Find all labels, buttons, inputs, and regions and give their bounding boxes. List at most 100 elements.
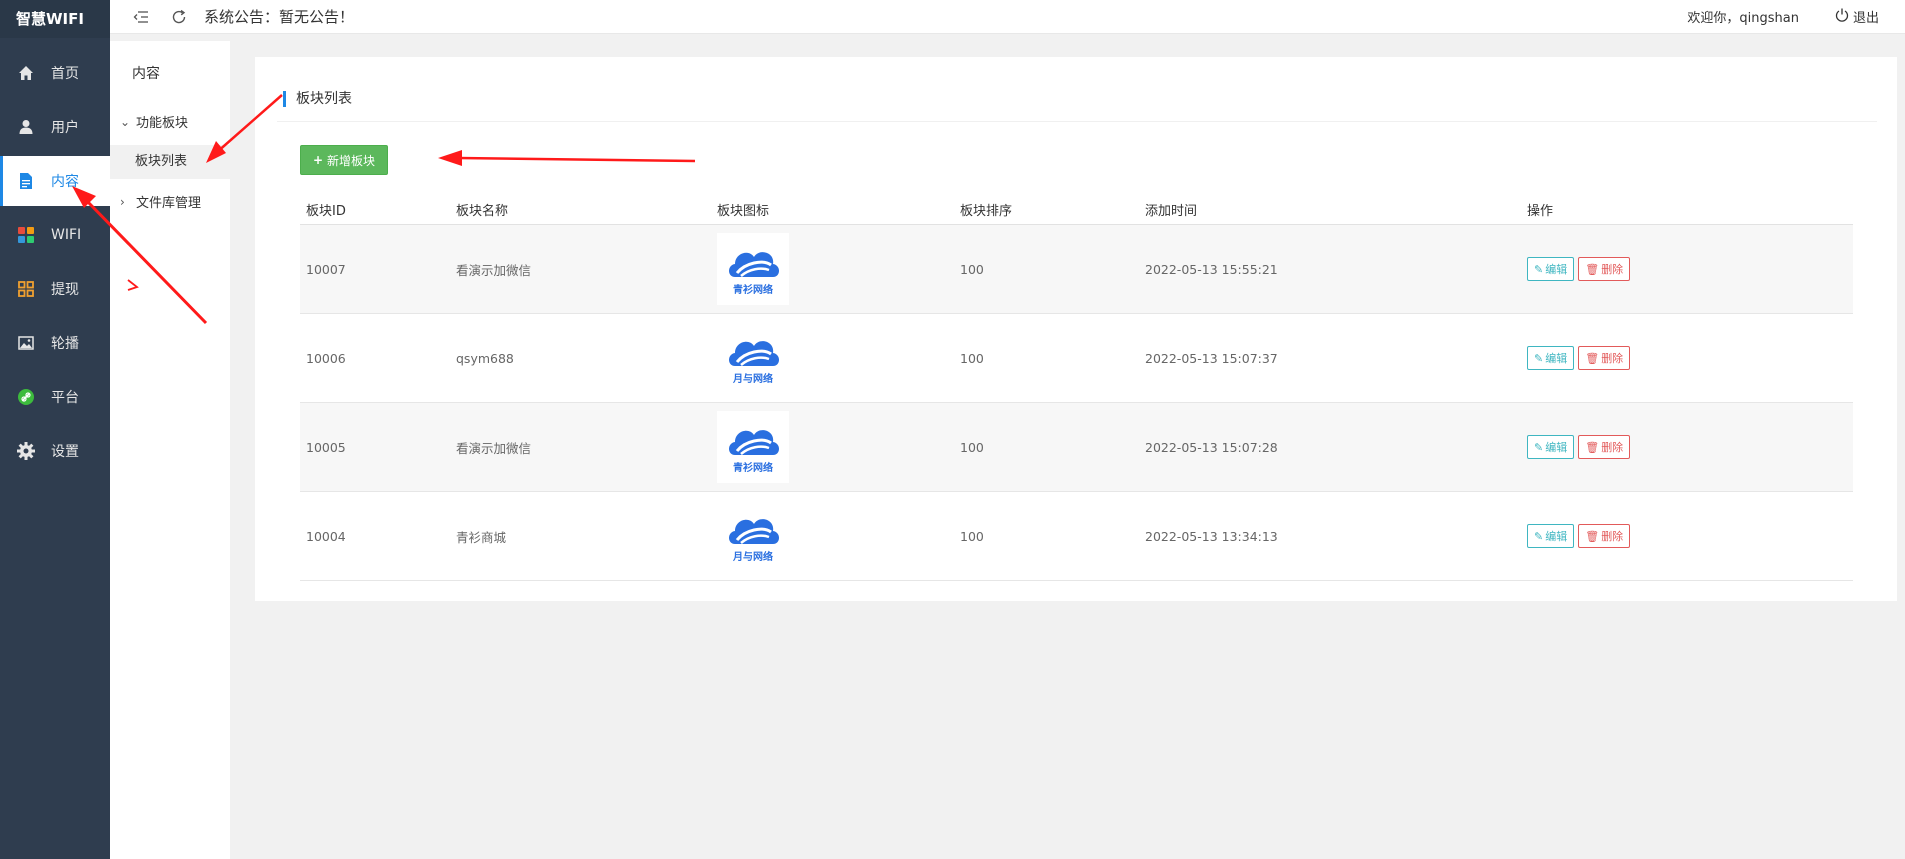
- pencil-icon: ✎: [1534, 262, 1544, 276]
- sidebar-item-label: 首页: [51, 66, 79, 82]
- document-icon: [17, 172, 35, 190]
- logo-text: 月与网络: [732, 550, 773, 563]
- block-icon-cell: 月与网络: [711, 491, 954, 581]
- plus-icon: +: [312, 153, 324, 167]
- panel-title: 板块列表: [283, 91, 352, 107]
- trash-icon: 🗑: [1585, 262, 1600, 276]
- pencil-icon: ✎: [1534, 351, 1544, 365]
- block-name-cell: 青衫商城: [450, 491, 711, 581]
- edit-button[interactable]: ✎ 编辑: [1527, 346, 1575, 370]
- subnav-group-label: 文件库管理: [136, 196, 202, 211]
- block-time-cell: 2022-05-13 15:07:28: [1139, 402, 1521, 492]
- panel-divider: [277, 121, 1877, 122]
- pencil-icon: ✎: [1534, 529, 1544, 543]
- block-id-cell: 10004: [300, 491, 450, 581]
- subnav-group-label: 功能板块: [136, 116, 189, 131]
- trash-icon: 🗑: [1585, 529, 1600, 543]
- block-thumbnail: 月与网络: [717, 500, 789, 572]
- delete-button[interactable]: 🗑 删除: [1578, 524, 1631, 548]
- logout-button[interactable]: 退出: [1835, 7, 1879, 26]
- add-block-label: 新增板块: [327, 153, 376, 168]
- block-icon-cell: 青衫网络: [711, 224, 954, 314]
- trash-icon: 🗑: [1585, 440, 1600, 454]
- delete-label: 删除: [1601, 263, 1624, 276]
- block-ops-cell: ✎ 编辑 🗑 删除: [1521, 313, 1853, 403]
- sidebar-item-carousel[interactable]: 轮播: [0, 318, 110, 368]
- pencil-icon: ✎: [1534, 440, 1544, 454]
- subnav-group-function-blocks[interactable]: ⌄ 功能板块: [120, 112, 189, 132]
- sidebar-item-label: 提现: [51, 282, 79, 298]
- block-thumbnail: 青衫网络: [717, 411, 789, 483]
- sidebar-item-users[interactable]: 用户: [0, 102, 110, 152]
- sidebar-item-content[interactable]: 内容: [0, 156, 110, 206]
- cloud-logo-icon: 月与网络: [729, 519, 779, 563]
- block-time-cell: 2022-05-13 15:07:37: [1139, 313, 1521, 403]
- delete-button[interactable]: 🗑 删除: [1578, 435, 1631, 459]
- delete-button[interactable]: 🗑 删除: [1578, 346, 1631, 370]
- delete-button[interactable]: 🗑 删除: [1578, 257, 1631, 281]
- block-thumbnail: 月与网络: [717, 322, 789, 394]
- block-name-cell: 看演示加微信: [450, 402, 711, 492]
- home-icon: [17, 64, 35, 82]
- block-ops-cell: ✎ 编辑 🗑 删除: [1521, 402, 1853, 492]
- main-panel: 板块列表 + 新增板块 板块ID 板块名称 板块图标 板块排序 添加时间 操作 …: [255, 57, 1897, 601]
- table-row: 10005 看演示加微信 青衫网络 100 2022-05-13 15:07:28 ✎ 编辑…: [300, 402, 1853, 492]
- block-id-cell: 10006: [300, 313, 450, 403]
- block-icon-cell: 青衫网络: [711, 402, 954, 492]
- column-header: 板块ID: [300, 194, 450, 225]
- wifi-apps-icon: [17, 226, 35, 244]
- subnav-item-block-list[interactable]: 板块列表: [110, 145, 230, 179]
- delete-label: 删除: [1601, 530, 1624, 543]
- main-sidebar: 智慧WIFI 首页 用户 内容 WIFI 提现 轮播 平台 设置: [0, 0, 110, 859]
- sidebar-item-label: 设置: [51, 444, 79, 460]
- cloud-logo-icon: 青衫网络: [729, 252, 779, 296]
- table-row: 10004 青衫商城 月与网络 100 2022-05-13 13:34:13 ✎ 编辑 🗑 删…: [300, 491, 1853, 581]
- block-sort-cell: 100: [954, 313, 1139, 403]
- block-thumbnail: 青衫网络: [717, 233, 789, 305]
- table-row: 10006 qsym688 月与网络 100 2022-05-13 15:07:37 ✎ 编…: [300, 313, 1853, 403]
- gear-icon: [17, 442, 35, 460]
- grid-icon: [17, 280, 35, 298]
- cloud-logo-icon: 青衫网络: [729, 430, 779, 474]
- block-table: 板块ID 板块名称 板块图标 板块排序 添加时间 操作 10007 看演示加微信青…: [300, 194, 1853, 581]
- sidebar-item-label: WIFI: [51, 227, 82, 243]
- edit-button[interactable]: ✎ 编辑: [1527, 524, 1575, 548]
- chevron-down-icon: ⌄: [120, 114, 131, 129]
- subnav-title: 内容: [132, 66, 160, 82]
- column-header: 板块排序: [954, 194, 1139, 225]
- block-id-cell: 10007: [300, 224, 450, 314]
- table-header-row: 板块ID 板块名称 板块图标 板块排序 添加时间 操作: [300, 194, 1853, 225]
- sidebar-item-home[interactable]: 首页: [0, 48, 110, 98]
- menu-toggle-icon[interactable]: [132, 8, 150, 26]
- chevron-right-icon: ›: [120, 194, 125, 209]
- sidebar-item-platform[interactable]: 平台: [0, 372, 110, 422]
- sidebar-item-label: 轮播: [51, 336, 79, 352]
- column-header: 板块图标: [711, 194, 954, 225]
- sidebar-item-settings[interactable]: 设置: [0, 426, 110, 476]
- subnav-group-file-library[interactable]: › 文件库管理: [120, 192, 202, 212]
- delete-label: 删除: [1601, 352, 1624, 365]
- top-header: 系统公告：暂无公告！ 欢迎你，qingshan 退出: [110, 0, 1905, 34]
- table-row: 10007 看演示加微信 青衫网络 100 2022-05-13 15:55:21 ✎ 编辑…: [300, 224, 1853, 314]
- refresh-icon[interactable]: [170, 8, 188, 26]
- sidebar-item-label: 用户: [51, 120, 79, 136]
- edit-button[interactable]: ✎ 编辑: [1527, 435, 1575, 459]
- edit-button[interactable]: ✎ 编辑: [1527, 257, 1575, 281]
- block-id-cell: 10005: [300, 402, 450, 492]
- block-time-cell: 2022-05-13 15:55:21: [1139, 224, 1521, 314]
- app-logo: 智慧WIFI: [0, 0, 110, 38]
- block-name-cell: 看演示加微信: [450, 224, 711, 314]
- block-name-cell: qsym688: [450, 313, 711, 403]
- edit-label: 编辑: [1545, 263, 1568, 276]
- sidebar-item-label: 平台: [51, 390, 79, 406]
- link-icon: [17, 388, 35, 406]
- logo-text: 青衫网络: [733, 283, 773, 296]
- block-sort-cell: 100: [954, 491, 1139, 581]
- image-icon: [17, 334, 35, 352]
- block-ops-cell: ✎ 编辑 🗑 删除: [1521, 491, 1853, 581]
- secondary-sidebar: 内容 ⌄ 功能板块 板块列表 › 文件库管理: [110, 41, 230, 859]
- sidebar-item-wifi[interactable]: WIFI: [0, 210, 110, 260]
- sidebar-item-withdraw[interactable]: 提现: [0, 264, 110, 314]
- add-block-button[interactable]: + 新增板块: [300, 145, 388, 175]
- block-icon-cell: 月与网络: [711, 313, 954, 403]
